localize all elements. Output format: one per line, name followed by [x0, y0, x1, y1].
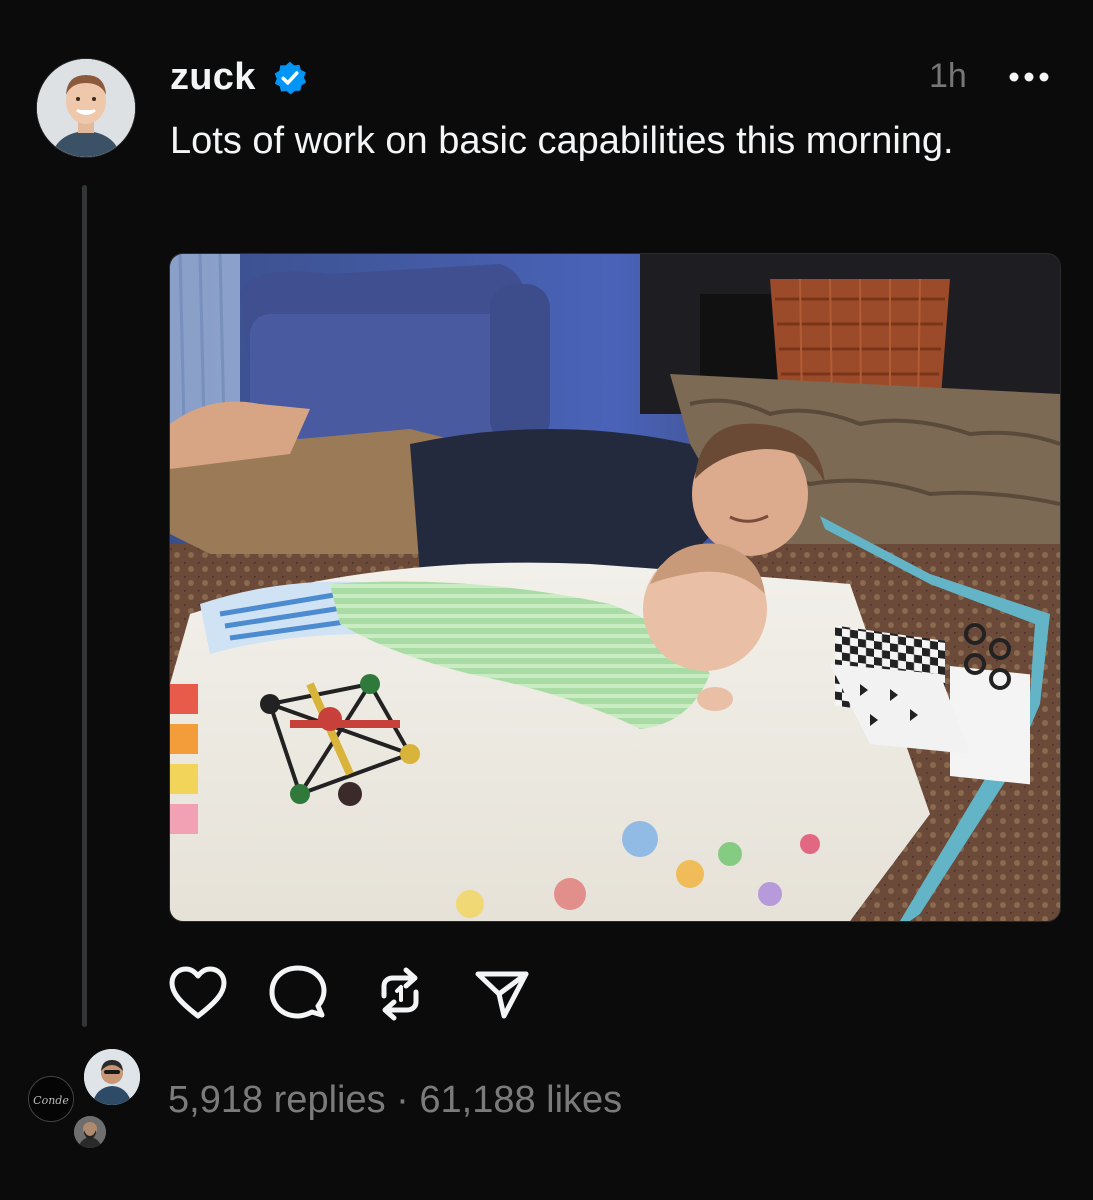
- author-avatar-image: [37, 59, 135, 157]
- reply-avatar-3-image: [74, 1116, 106, 1148]
- thread-post: zuck 1h Lots of work on basic capabiliti…: [0, 0, 1093, 1200]
- replies-count[interactable]: 5,918 replies: [168, 1079, 386, 1121]
- post-text: Lots of work on basic capabilities this …: [170, 120, 954, 162]
- reply-avatar-2[interactable]: Conde: [28, 1076, 74, 1122]
- heart-icon[interactable]: [168, 964, 228, 1024]
- stats-separator: ·: [396, 1079, 409, 1121]
- thread-line: [82, 185, 87, 1027]
- post-stats: 5,918 replies · 61,188 likes: [168, 1077, 622, 1123]
- reply-avatar-2-image: Conde: [29, 1077, 73, 1121]
- reply-avatar-1-image: [84, 1049, 140, 1105]
- author-username[interactable]: zuck: [170, 54, 256, 100]
- reply-avatar-1[interactable]: [84, 1049, 140, 1105]
- send-icon[interactable]: [472, 964, 532, 1024]
- verified-badge-icon: [274, 61, 307, 95]
- reply-avatar-3[interactable]: [74, 1116, 106, 1148]
- comment-icon[interactable]: [268, 964, 328, 1024]
- svg-text:Conde: Conde: [33, 1094, 69, 1107]
- post-timestamp: 1h: [929, 57, 967, 95]
- post-image[interactable]: [169, 253, 1061, 922]
- post-photo-illustration: [170, 254, 1060, 921]
- repost-icon[interactable]: [370, 964, 430, 1024]
- more-horizontal-icon[interactable]: [1006, 62, 1052, 92]
- likes-count[interactable]: 61,188 likes: [419, 1079, 622, 1121]
- author-avatar[interactable]: [36, 58, 136, 158]
